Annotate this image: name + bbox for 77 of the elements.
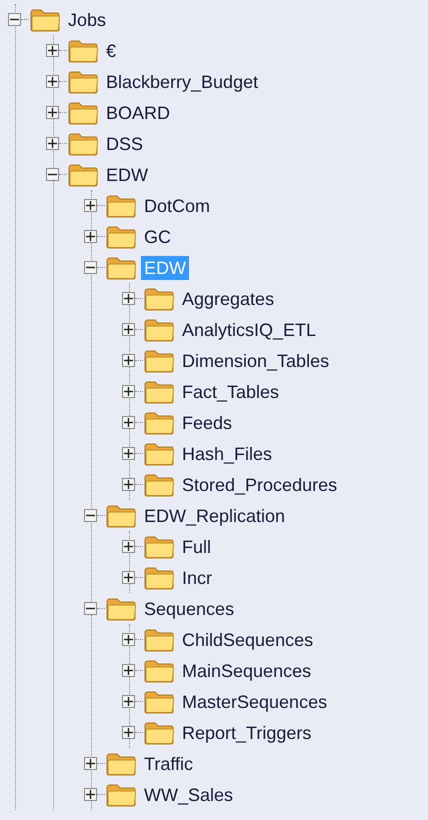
folder-icon: [143, 628, 175, 652]
folder-label[interactable]: Feeds: [179, 410, 236, 434]
folder-icon: [67, 38, 99, 62]
collapse-icon[interactable]: [84, 261, 97, 274]
folder-icon: [143, 658, 175, 682]
folder-icon: [143, 534, 175, 558]
folder-label[interactable]: EDW_Replication: [141, 504, 288, 528]
expand-icon[interactable]: [122, 447, 135, 460]
expand-icon[interactable]: [46, 137, 59, 150]
expand-icon[interactable]: [122, 695, 135, 708]
folder-icon: [105, 596, 137, 620]
folder-icon: [143, 348, 175, 372]
folder-icon: [143, 472, 175, 496]
folder-icon: [143, 286, 175, 310]
folder-label[interactable]: €: [103, 38, 120, 62]
folder-icon: [67, 100, 99, 124]
expand-icon[interactable]: [122, 385, 135, 398]
expand-icon[interactable]: [46, 106, 59, 119]
expand-icon[interactable]: [46, 75, 59, 88]
folder-label[interactable]: Aggregates: [179, 286, 278, 310]
folder-icon: [143, 690, 175, 714]
expand-icon[interactable]: [122, 478, 135, 491]
folder-label[interactable]: DSS: [103, 132, 146, 156]
folder-icon: [67, 70, 99, 94]
folder-icon: [67, 162, 99, 186]
folder-icon: [143, 720, 175, 744]
folder-label[interactable]: Traffic: [141, 752, 196, 776]
expand-icon[interactable]: [122, 540, 135, 553]
folder-icon: [143, 410, 175, 434]
folder-label[interactable]: EDW: [103, 162, 151, 186]
expand-icon[interactable]: [84, 788, 97, 801]
folder-label[interactable]: Stored_Procedures: [179, 472, 340, 496]
folder-icon: [105, 782, 137, 806]
folder-label[interactable]: Jobs: [65, 8, 110, 32]
folder-icon: [105, 752, 137, 776]
collapse-icon[interactable]: [84, 509, 97, 522]
folder-label[interactable]: MainSequences: [179, 658, 314, 682]
expand-icon[interactable]: [122, 354, 135, 367]
folder-label[interactable]: BOARD: [103, 100, 174, 124]
expand-icon[interactable]: [122, 292, 135, 305]
folder-label[interactable]: Report_Triggers: [179, 720, 314, 744]
folder-label[interactable]: Sequences: [141, 596, 238, 620]
folder-label[interactable]: DotCom: [141, 194, 214, 218]
folder-label[interactable]: Hash_Files: [179, 442, 276, 466]
folder-icon: [105, 504, 137, 528]
folder-icon: [67, 132, 99, 156]
folder-label[interactable]: Blackberry_Budget: [103, 70, 262, 94]
folder-label[interactable]: ChildSequences: [179, 628, 316, 652]
folder-label[interactable]: Fact_Tables: [179, 380, 282, 404]
folder-icon: [143, 442, 175, 466]
collapse-icon[interactable]: [84, 602, 97, 615]
expand-icon[interactable]: [46, 44, 59, 57]
expand-icon[interactable]: [84, 757, 97, 770]
folder-icon: [105, 224, 137, 248]
folder-icon: [105, 256, 137, 280]
folder-label[interactable]: AnalyticsIQ_ETL: [179, 318, 320, 342]
folder-icon: [143, 318, 175, 342]
folder-icon: [29, 8, 61, 32]
expand-icon[interactable]: [122, 416, 135, 429]
folder-label[interactable]: Dimension_Tables: [179, 348, 332, 372]
expand-icon[interactable]: [122, 664, 135, 677]
folder-icon: [105, 194, 137, 218]
folder-label[interactable]: GC: [141, 224, 174, 248]
folder-label[interactable]: Incr: [179, 566, 216, 590]
expand-icon[interactable]: [84, 199, 97, 212]
collapse-icon[interactable]: [46, 168, 59, 181]
expand-icon[interactable]: [122, 571, 135, 584]
folder-label[interactable]: MasterSequences: [179, 690, 330, 714]
expand-icon[interactable]: [122, 633, 135, 646]
expand-icon[interactable]: [122, 323, 135, 336]
folder-icon: [143, 566, 175, 590]
folder-label[interactable]: Full: [179, 534, 214, 558]
folder-label[interactable]: WW_Sales: [141, 782, 236, 806]
collapse-icon[interactable]: [8, 13, 21, 26]
expand-icon[interactable]: [84, 230, 97, 243]
folder-icon: [143, 380, 175, 404]
expand-icon[interactable]: [122, 726, 135, 739]
